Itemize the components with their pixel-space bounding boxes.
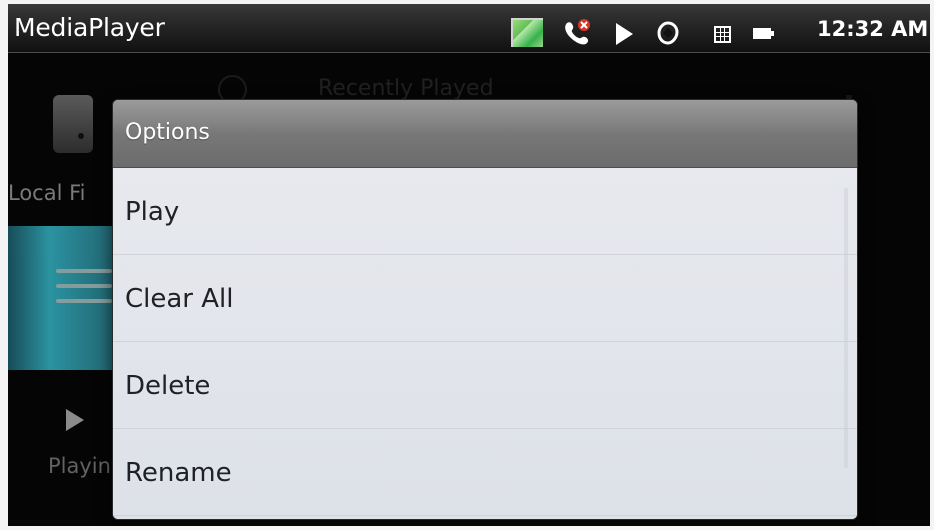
- options-menu: Play Clear All Delete Rename: [113, 168, 857, 519]
- app-title: MediaPlayer: [14, 13, 165, 42]
- local-files-tab-label: Local Fi: [8, 181, 86, 205]
- menu-item-delete[interactable]: Delete: [113, 342, 857, 429]
- status-icons: 12:32 AM: [511, 4, 930, 52]
- play-icon: [616, 23, 633, 45]
- menu-item-label: Clear All: [125, 284, 234, 314]
- local-files-icon: [53, 95, 93, 153]
- gallery-icon: [511, 18, 543, 47]
- calendar-icon: [714, 26, 731, 43]
- menu-item-clear-all[interactable]: Clear All: [113, 255, 857, 342]
- menu-item-play[interactable]: Play: [113, 168, 857, 255]
- dialog-header: Options: [113, 100, 857, 168]
- sync-icon: [657, 21, 679, 45]
- playing-tab-icon: [66, 409, 84, 431]
- device-screen: MediaPlayer 12:32 AM Local Fi Playin Rec…: [8, 4, 930, 526]
- menu-item-rename[interactable]: Rename: [113, 429, 857, 516]
- missed-call-icon: [565, 19, 590, 45]
- dialog-title: Options: [125, 120, 210, 145]
- recently-played-label: Recently Played: [318, 76, 494, 101]
- scroll-indicator[interactable]: [844, 188, 848, 468]
- selected-playlist-tab: [8, 226, 112, 370]
- options-dialog[interactable]: Options Play Clear All Delete Rename: [113, 100, 857, 519]
- playlist-icon: [56, 269, 112, 311]
- menu-item-label: Delete: [125, 371, 211, 401]
- status-time: 12:32 AM: [817, 17, 929, 41]
- menu-item-label: Play: [125, 197, 180, 227]
- battery-icon: [753, 28, 774, 39]
- status-bar: MediaPlayer 12:32 AM: [8, 4, 930, 53]
- playing-tab-label: Playin: [48, 454, 111, 478]
- menu-item-label: Rename: [125, 458, 232, 488]
